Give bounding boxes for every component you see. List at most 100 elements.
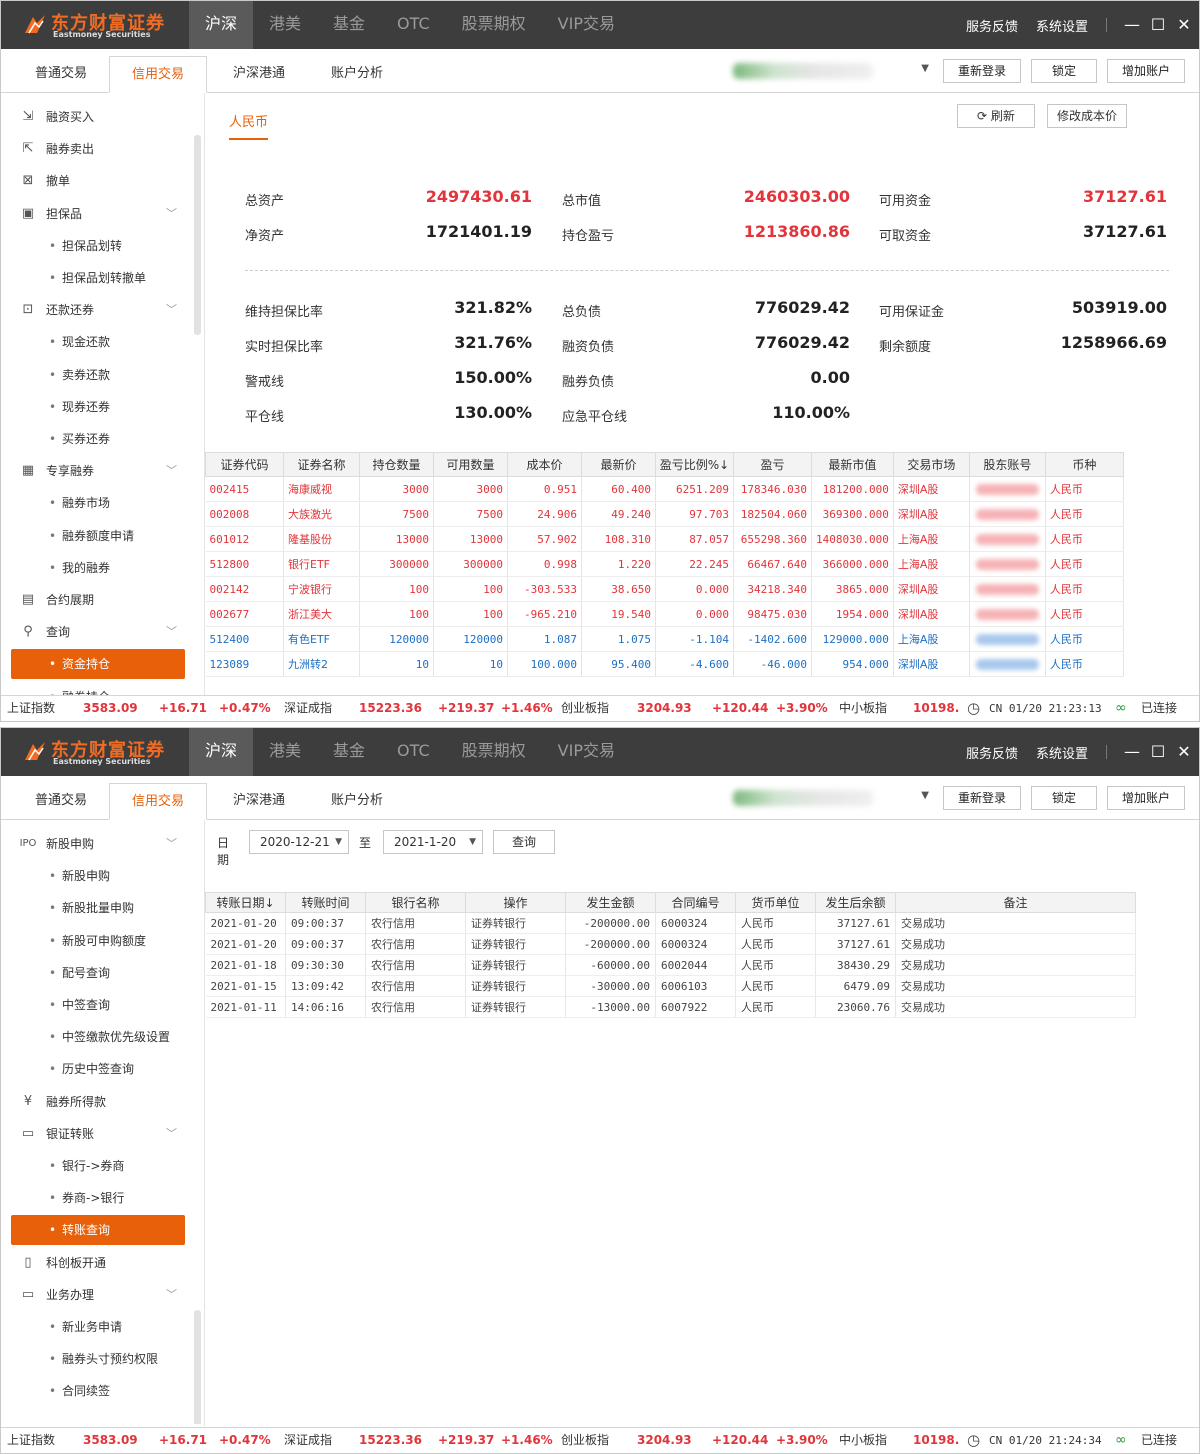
- trade-tab-3[interactable]: 账户分析: [311, 56, 403, 93]
- column-header[interactable]: 证券代码: [205, 452, 284, 477]
- table-row[interactable]: 2021-01-20 09:00:37 农行信用 证券转银行 -200000.00 600…: [205, 933, 1136, 955]
- chevron-down-icon[interactable]: ﹀: [166, 829, 177, 859]
- sidebar-item-2[interactable]: • 新股批量申购: [11, 893, 185, 923]
- table-row[interactable]: 512800 银行ETF 300000 300000 0.998 1.220 22.245 6…: [205, 551, 1124, 577]
- feedback-link[interactable]: 服务反馈: [966, 16, 1018, 35]
- maximize-icon[interactable]: ☐: [1147, 741, 1169, 763]
- table-row[interactable]: 512400 有色ETF 120000 120000 1.087 1.075 -1.104-…: [205, 626, 1124, 652]
- sidebar-item-6[interactable]: • 中签缴款优先级设置: [11, 1022, 185, 1052]
- chevron-down-icon[interactable]: ﹀: [166, 617, 177, 647]
- minimize-icon[interactable]: —: [1121, 741, 1143, 763]
- market-tab-2[interactable]: 基金: [317, 1, 381, 49]
- sidebar-item-8[interactable]: • 卖券还款: [11, 360, 185, 390]
- market-tab-5[interactable]: VIP交易: [542, 728, 631, 776]
- add-account-button[interactable]: 增加账户: [1107, 786, 1185, 810]
- market-tab-0[interactable]: 沪深: [189, 728, 254, 776]
- sidebar-item-15[interactable]: • 新业务申请: [11, 1312, 185, 1342]
- sidebar-item-14[interactable]: • 我的融券: [11, 553, 185, 583]
- trade-tab-2[interactable]: 沪深港通: [211, 783, 307, 820]
- sidebar-item-1[interactable]: ⇱ 融券卖出: [11, 134, 185, 164]
- lock-button[interactable]: 锁定: [1031, 59, 1097, 83]
- trade-tab-0[interactable]: 普通交易: [11, 56, 111, 93]
- market-tab-4[interactable]: 股票期权: [446, 728, 542, 776]
- column-header[interactable]: 盈亏: [733, 452, 812, 477]
- column-header[interactable]: 银行名称: [365, 892, 466, 913]
- table-row[interactable]: 2021-01-15 13:09:42 农行信用 证券转银行 -30000.00 6006…: [205, 975, 1136, 997]
- table-row[interactable]: 601012 隆基股份 13000 13000 57.902 108.310 87.057 6…: [205, 526, 1124, 552]
- ticker-name[interactable]: 上证指数: [7, 1428, 55, 1453]
- close-icon[interactable]: ✕: [1173, 741, 1195, 763]
- sidebar-item-7[interactable]: • 历史中签查询: [11, 1054, 185, 1084]
- sidebar-item-9[interactable]: ▭ 银证转账 ﹀: [11, 1119, 185, 1149]
- column-header[interactable]: 转账时间: [285, 892, 366, 913]
- sidebar-item-3[interactable]: ▣ 担保品 ﹀: [11, 199, 185, 229]
- chevron-down-icon[interactable]: ﹀: [166, 1119, 177, 1149]
- ticker-name[interactable]: 上证指数: [7, 696, 55, 721]
- ticker-name[interactable]: 中小板指: [839, 696, 887, 721]
- market-tab-1[interactable]: 港美: [253, 728, 317, 776]
- column-header[interactable]: 可用数量: [433, 452, 508, 477]
- relogin-button[interactable]: 重新登录: [943, 59, 1021, 83]
- market-tab-1[interactable]: 港美: [253, 1, 317, 49]
- relogin-button[interactable]: 重新登录: [943, 786, 1021, 810]
- column-header[interactable]: 操作: [465, 892, 566, 913]
- sidebar-scrollbar[interactable]: [194, 135, 201, 335]
- sidebar-item-5[interactable]: • 担保品划转撤单: [11, 263, 185, 293]
- maximize-icon[interactable]: ☐: [1147, 14, 1169, 36]
- minimize-icon[interactable]: —: [1121, 14, 1143, 36]
- sidebar-item-17[interactable]: • 资金持仓: [11, 649, 185, 680]
- trade-tab-1[interactable]: 信用交易: [109, 56, 207, 93]
- column-header[interactable]: 股东账号: [968, 452, 1046, 477]
- table-row[interactable]: 002415 海康威视 3000 3000 0.951 60.400 6251.209 178…: [205, 476, 1124, 502]
- column-header[interactable]: 合同编号: [655, 892, 736, 913]
- table-row[interactable]: 2021-01-18 09:30:30 农行信用 证券转银行 -60000.00 6002…: [205, 954, 1136, 976]
- sidebar-item-0[interactable]: ⇲ 融资买入: [11, 102, 185, 132]
- refresh-button[interactable]: ⟳ 刷新: [957, 104, 1035, 128]
- column-header[interactable]: 盈亏比例%↓: [655, 452, 734, 477]
- chevron-down-icon[interactable]: ﹀: [166, 199, 177, 229]
- sidebar-item-15[interactable]: ▤ 合约展期: [11, 585, 185, 615]
- sidebar-item-6[interactable]: ⊡ 还款还券 ﹀: [11, 295, 185, 325]
- account-selector[interactable]: ▼: [733, 61, 933, 81]
- sidebar-item-14[interactable]: ▭ 业务办理 ﹀: [11, 1280, 185, 1310]
- sidebar-item-4[interactable]: • 担保品划转: [11, 231, 185, 261]
- feedback-link[interactable]: 服务反馈: [966, 743, 1018, 762]
- sidebar-item-5[interactable]: • 中签查询: [11, 990, 185, 1020]
- date-from-picker[interactable]: 2020-12-21 ▼: [249, 830, 349, 854]
- add-account-button[interactable]: 增加账户: [1107, 59, 1185, 83]
- market-tab-3[interactable]: OTC: [381, 1, 446, 49]
- trade-tab-1[interactable]: 信用交易: [109, 783, 207, 820]
- account-selector[interactable]: ▼: [733, 788, 933, 808]
- column-header[interactable]: 发生后余额: [815, 892, 896, 913]
- sidebar-item-10[interactable]: • 银行->券商: [11, 1151, 185, 1181]
- sidebar-item-7[interactable]: • 现金还款: [11, 327, 185, 357]
- column-header[interactable]: 转账日期↓: [205, 892, 286, 913]
- column-header[interactable]: 证券名称: [283, 452, 360, 477]
- market-tab-0[interactable]: 沪深: [189, 1, 254, 49]
- sidebar-item-11[interactable]: ▦ 专享融券 ﹀: [11, 456, 185, 486]
- sidebar-item-11[interactable]: • 券商->银行: [11, 1183, 185, 1213]
- column-header[interactable]: 发生金额: [565, 892, 656, 913]
- sidebar-item-18[interactable]: • 融券持仓: [11, 682, 185, 695]
- chevron-down-icon[interactable]: ﹀: [166, 456, 177, 486]
- market-tab-5[interactable]: VIP交易: [542, 1, 631, 49]
- table-row[interactable]: 2021-01-11 14:06:16 农行信用 证券转银行 -13000.00 6007…: [205, 996, 1136, 1018]
- trade-tab-0[interactable]: 普通交易: [11, 783, 111, 820]
- column-header[interactable]: 最新价: [581, 452, 656, 477]
- trade-tab-2[interactable]: 沪深港通: [211, 56, 307, 93]
- column-header[interactable]: 交易市场: [892, 452, 970, 477]
- market-tab-2[interactable]: 基金: [317, 728, 381, 776]
- date-to-picker[interactable]: 2021-1-20 ▼: [383, 830, 483, 854]
- sidebar-item-10[interactable]: • 买券还券: [11, 424, 185, 454]
- table-row[interactable]: 002008 大族激光 7500 7500 24.906 49.240 97.703 1825…: [205, 501, 1124, 527]
- sidebar-item-2[interactable]: ⊠ 撤单: [11, 166, 185, 196]
- table-row[interactable]: 002677 浙江美大 100 100 -965.210 19.540 0.000 98475…: [205, 601, 1124, 627]
- trade-tab-3[interactable]: 账户分析: [311, 783, 403, 820]
- chevron-down-icon[interactable]: ﹀: [166, 295, 177, 325]
- sidebar-item-3[interactable]: • 新股可申购额度: [11, 926, 185, 956]
- column-header[interactable]: 货币单位: [735, 892, 816, 913]
- sidebar-item-4[interactable]: • 配号查询: [11, 958, 185, 988]
- ticker-name[interactable]: 创业板指: [561, 696, 609, 721]
- ticker-name[interactable]: 中小板指: [839, 1428, 887, 1453]
- column-header[interactable]: 成本价: [507, 452, 582, 477]
